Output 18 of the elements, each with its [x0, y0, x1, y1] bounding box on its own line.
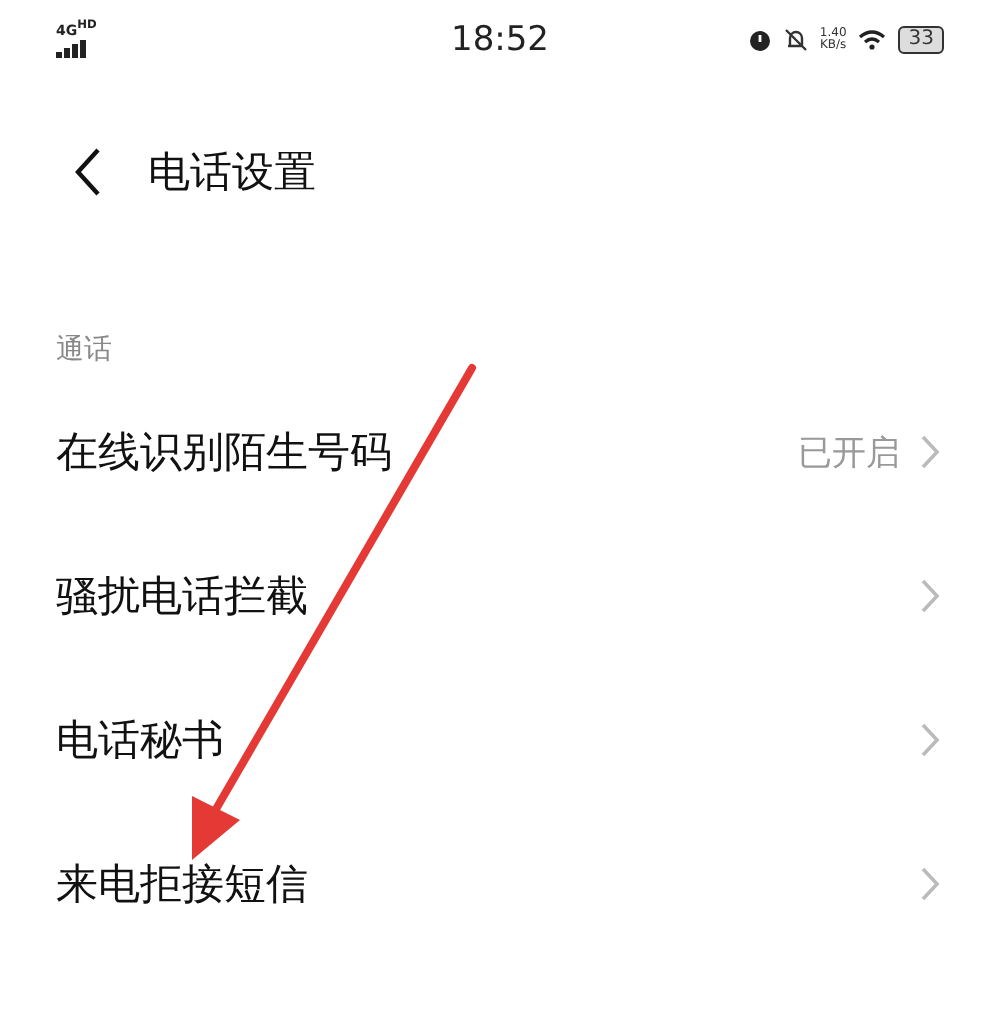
battery-level: 33	[898, 26, 944, 54]
section-label: 通话	[54, 332, 114, 370]
setting-label[interactable]: 电话秘书	[56, 712, 920, 768]
bell-off-icon	[783, 28, 808, 52]
setting-value: 已开启	[798, 431, 900, 475]
chevron-right-icon	[920, 722, 940, 758]
page-title: 电话设置	[148, 146, 316, 200]
setting-label[interactable]: 来电拒接短信	[56, 856, 920, 912]
chevron-right-icon	[920, 434, 940, 470]
chevron-right-icon	[920, 578, 940, 614]
signal-icon	[56, 40, 88, 59]
alarm-icon	[747, 28, 772, 52]
setting-label[interactable]: 在线识别陌生号码	[56, 424, 798, 480]
clock-time: 18:52	[451, 20, 549, 60]
back-icon[interactable]	[72, 146, 104, 198]
chevron-right-icon	[920, 866, 940, 902]
setting-label[interactable]: 骚扰电话拦截	[56, 568, 920, 624]
wifi-icon	[858, 30, 887, 50]
